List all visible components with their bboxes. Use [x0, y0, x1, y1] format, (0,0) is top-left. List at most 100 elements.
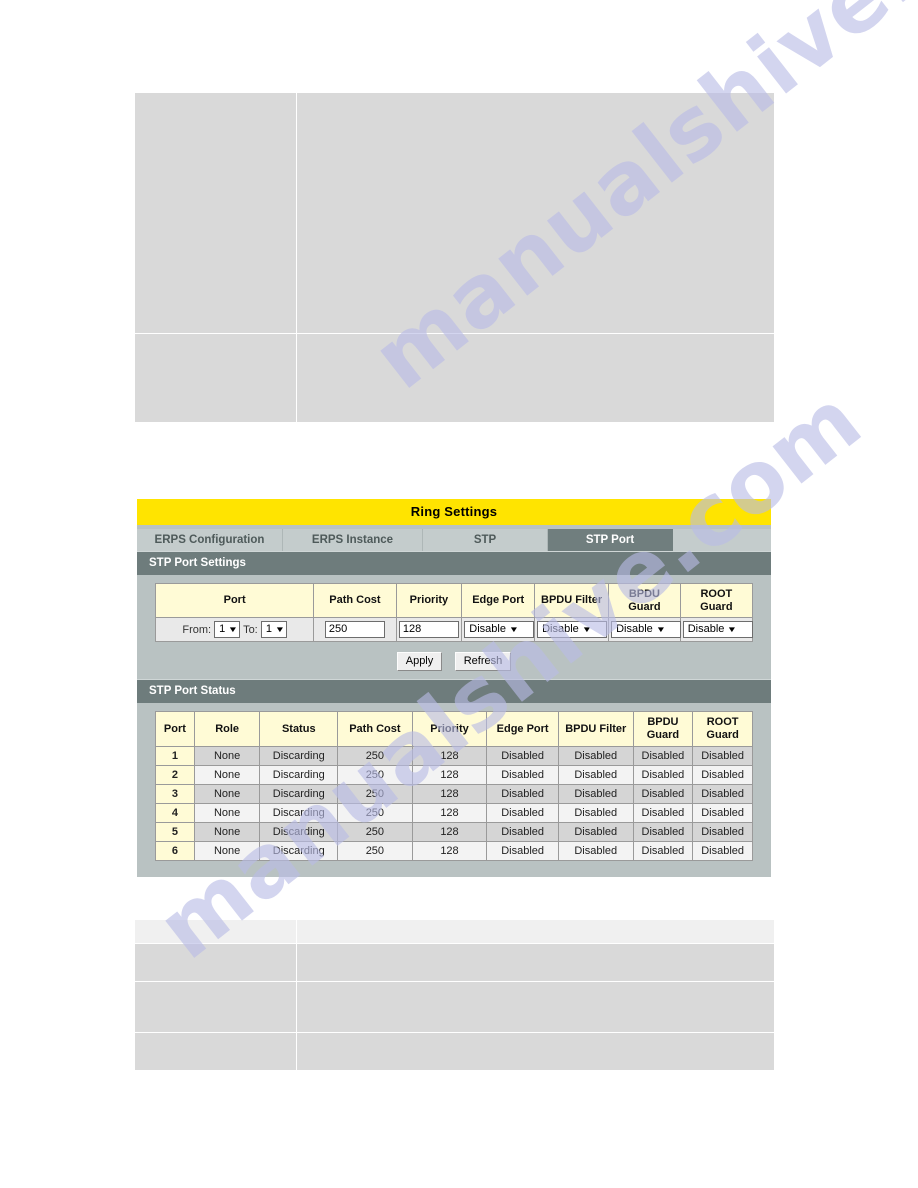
tab-erps-instance[interactable]: ERPS Instance — [283, 529, 423, 551]
doc-cell — [134, 333, 297, 423]
chevron-down-icon: ▼ — [508, 625, 520, 635]
chevron-down-icon: ▼ — [581, 625, 592, 635]
tab-erps-configuration[interactable]: ERPS Configuration — [137, 529, 283, 551]
col-header-bpdu-filter: BPDU Filter — [557, 711, 634, 747]
stp-port-status-table: Port Role Status Path Cost Priority Edge… — [155, 711, 753, 861]
doc-cell — [296, 981, 775, 1033]
bpdu-guard-cell: Disable ▼ — [608, 617, 682, 643]
cell-status: Discarding — [259, 745, 339, 766]
table-row — [134, 981, 775, 1033]
cell-root-guard: Disabled — [692, 783, 753, 804]
cell-status: Discarding — [259, 821, 339, 842]
edge-port-select[interactable]: Disable ▼ — [464, 621, 535, 639]
port-range-controls: From: 1 ▼ To: 1 ▼ — [182, 621, 287, 639]
tab-stp[interactable]: STP — [423, 529, 548, 551]
col-header-bpdu-guard: BPDU Guard — [608, 582, 681, 619]
cell-path-cost: 250 — [337, 802, 413, 823]
col-header-bpdu-filter: BPDU Filter — [534, 582, 610, 619]
cell-root-guard: Disabled — [692, 840, 753, 861]
cell-root-guard: Disabled — [692, 745, 753, 766]
settings-header: Port Path Cost Priority Edge Port BPDU F… — [154, 582, 754, 619]
doc-cell — [134, 92, 297, 334]
col-header-root-guard-line1: ROOT — [700, 588, 733, 600]
cell-port: 6 — [155, 840, 195, 861]
col-header-root-guard-line2: Guard — [700, 600, 733, 613]
table-row — [134, 1032, 775, 1071]
cell-bpdu-guard: Disabled — [632, 821, 694, 842]
cell-port: 2 — [155, 764, 195, 785]
tab-bar: ERPS Configuration ERPS Instance STP STP… — [137, 525, 771, 551]
doc-cell — [134, 919, 297, 944]
tab-stp-port[interactable]: STP Port — [548, 529, 673, 551]
port-from-select[interactable]: 1 ▼ — [214, 621, 241, 639]
cell-bpdu-filter: Disabled — [557, 821, 634, 842]
cell-edge-port: Disabled — [486, 821, 559, 842]
port-from-value: 1 — [219, 623, 226, 636]
doc-cell — [296, 92, 775, 334]
col-header-path-cost: Path Cost — [337, 711, 413, 747]
stp-port-status-heading: STP Port Status — [137, 679, 771, 704]
panel-body: STP Port Settings Port Path Cost Priorit… — [137, 551, 771, 877]
priority-cell: 128 — [395, 617, 463, 643]
table-row: 5 None Discarding 250 128 Disabled Disabled Dis… — [155, 821, 753, 842]
col-header-edge-port: Edge Port — [486, 711, 559, 747]
doc-cell — [296, 919, 775, 944]
bpdu-filter-cell: Disable ▼ — [534, 617, 610, 643]
cell-priority: 128 — [411, 764, 488, 785]
cell-role: None — [193, 840, 261, 861]
cell-bpdu-filter: Disabled — [557, 764, 634, 785]
table-row: 3 None Discarding 250 128 Disabled Disabled Dis… — [155, 783, 753, 804]
cell-path-cost: 250 — [337, 764, 413, 785]
priority-input[interactable]: 128 — [398, 621, 459, 639]
port-range-cell: From: 1 ▼ To: 1 ▼ — [154, 617, 315, 643]
cell-edge-port: Disabled — [486, 745, 559, 766]
cell-root-guard: Disabled — [692, 802, 753, 823]
chevron-down-icon: ▼ — [274, 625, 286, 635]
cell-role: None — [193, 745, 261, 766]
col-header-root-guard-line2: Guard — [706, 728, 739, 741]
table-row: 6 None Discarding 250 128 Disabled Disabled Dis… — [155, 840, 753, 861]
col-header-priority: Priority — [395, 582, 463, 619]
table-row: 4 None Discarding 250 128 Disabled Disabled Dis… — [155, 802, 753, 823]
cell-role: None — [193, 802, 261, 823]
table-row — [134, 92, 775, 334]
cell-root-guard: Disabled — [692, 821, 753, 842]
cell-bpdu-filter: Disabled — [557, 840, 634, 861]
cell-port: 1 — [155, 745, 195, 766]
cell-priority: 128 — [411, 802, 488, 823]
bpdu-guard-select[interactable]: Disable ▼ — [611, 621, 682, 639]
cell-status: Discarding — [259, 840, 339, 861]
root-guard-cell: Disable ▼ — [679, 617, 754, 643]
table-row: 1 None Discarding 250 128 Disabled Disabled Dis… — [155, 745, 753, 766]
page-title: Ring Settings — [137, 499, 771, 525]
col-header-bpdu-guard: BPDU Guard — [632, 711, 694, 747]
port-to-select[interactable]: 1 ▼ — [260, 621, 287, 639]
cell-role: None — [193, 783, 261, 804]
doc-cell — [134, 1032, 297, 1071]
refresh-button[interactable]: Refresh — [454, 652, 512, 672]
col-header-bpdu-guard-line1: BPDU — [628, 588, 660, 600]
col-header-root-guard: ROOT Guard — [692, 711, 753, 747]
doc-cell — [296, 333, 775, 423]
edge-port-cell: Disable ▼ — [461, 617, 536, 643]
doc-cell — [296, 943, 775, 982]
cell-bpdu-filter: Disabled — [557, 745, 634, 766]
bpdu-filter-select[interactable]: Disable ▼ — [537, 621, 608, 639]
table-row: Port Path Cost Priority Edge Port BPDU F… — [154, 582, 754, 619]
table-row — [134, 333, 775, 423]
document-table-top — [134, 92, 775, 423]
cell-priority: 128 — [411, 783, 488, 804]
cell-bpdu-filter: Disabled — [557, 802, 634, 823]
ring-settings-panel: Ring Settings ERPS Configuration ERPS In… — [137, 499, 771, 877]
cell-port: 3 — [155, 783, 195, 804]
cell-root-guard: Disabled — [692, 764, 753, 785]
status-header: Port Role Status Path Cost Priority Edge… — [155, 711, 753, 747]
cell-edge-port: Disabled — [486, 783, 559, 804]
table-row — [134, 943, 775, 982]
path-cost-input[interactable]: 250 — [324, 621, 385, 639]
table-row: 2 None Discarding 250 128 Disabled Disabled Dis… — [155, 764, 753, 785]
col-header-edge-port: Edge Port — [461, 582, 536, 619]
apply-button[interactable]: Apply — [396, 652, 443, 672]
cell-path-cost: 250 — [337, 821, 413, 842]
root-guard-select[interactable]: Disable ▼ — [682, 621, 753, 639]
